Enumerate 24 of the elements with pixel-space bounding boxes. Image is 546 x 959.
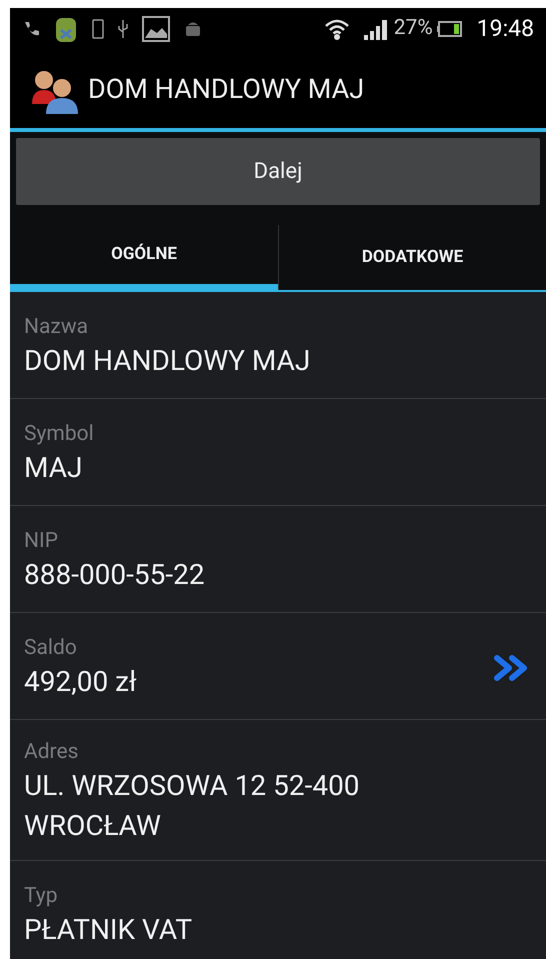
signal-icon [364, 18, 390, 40]
field-value: DOM HANDLOWY MAJ [24, 343, 312, 379]
phone-icon [22, 20, 40, 38]
field-value: 888-000-55-22 [24, 557, 206, 593]
field-label: Saldo [24, 635, 78, 662]
usb-icon [118, 19, 128, 39]
next-button[interactable]: Dalej [16, 138, 540, 205]
field-value: UL. WRZOSOWA 12 52-400 WROCŁAW [24, 768, 361, 844]
wifi-icon [324, 17, 350, 41]
battery-icon [436, 21, 463, 37]
window-title: DOM HANDLOWY MAJ [88, 72, 364, 107]
field-value: 492,00 zł [24, 664, 138, 700]
field-label: Nazwa [24, 314, 90, 341]
field-label: Adres [24, 739, 80, 766]
tablet-icon [92, 19, 104, 39]
clock-time: 19:48 [476, 14, 534, 44]
tab[interactable]: OGÓLNE [10, 225, 278, 284]
battery-percent: 27% [394, 15, 433, 42]
field-label: Typ [24, 883, 59, 910]
field-value: MAJ [24, 450, 84, 486]
image-icon [142, 16, 170, 42]
field-label: NIP [24, 528, 59, 555]
field-label: Symbol [24, 421, 95, 448]
field-value: PŁATNIK VAT [24, 912, 194, 948]
